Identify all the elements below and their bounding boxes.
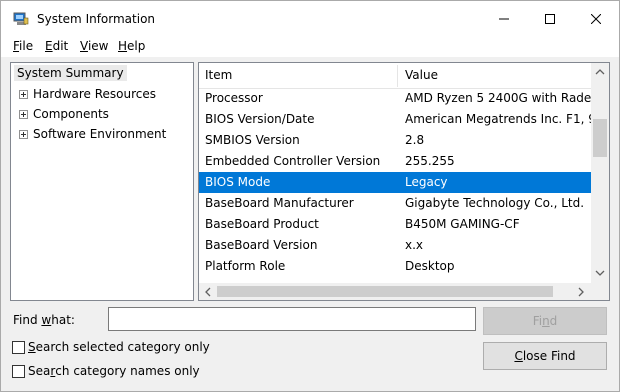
category-tree: System Summary Hardware Resources Compon… (10, 62, 194, 301)
close-find-accel: C (514, 349, 523, 363)
checkbox-accel: S (28, 340, 36, 354)
row-item: BaseBoard Version (205, 238, 318, 252)
close-window-button[interactable] (573, 1, 619, 37)
table-row[interactable]: BaseBoard Version x.x (199, 235, 592, 256)
find-what-label: Find what: (13, 313, 75, 327)
search-category-names-checkbox[interactable]: Sea r ch category names only (12, 364, 200, 378)
row-item: BaseBoard Manufacturer (205, 196, 354, 210)
tree-item-label: Hardware Resources (33, 87, 157, 101)
menu-help[interactable]: Help (118, 39, 145, 53)
row-item: BIOS Version/Date (205, 112, 315, 126)
find-button[interactable]: Fi n d (483, 307, 607, 335)
minimize-button[interactable] (481, 1, 527, 37)
tree-item-hardware-resources[interactable]: Hardware Resources (19, 87, 156, 101)
system-information-app-icon (13, 12, 29, 25)
row-value: x.x (405, 238, 424, 252)
row-value: Legacy (405, 175, 448, 189)
find-label-part: hat: (51, 313, 75, 327)
checkbox-label: ch category names only (55, 364, 200, 378)
checkbox-box[interactable] (12, 340, 25, 354)
menu-edit[interactable]: Edit (45, 39, 68, 53)
find-label-part: Find (13, 313, 42, 327)
row-value: 255.255 (405, 154, 455, 168)
column-divider[interactable] (397, 65, 398, 87)
tree-item-label: Components (33, 107, 109, 121)
tree-item-system-summary[interactable]: System Summary (14, 65, 127, 81)
row-item: BaseBoard Product (205, 217, 319, 231)
menu-help-label: elp (127, 39, 146, 53)
checkbox-label: Sea (28, 364, 51, 378)
find-button-accel: n (542, 314, 550, 328)
horizontal-scrollbar[interactable] (199, 283, 591, 300)
row-value: Gigabyte Technology Co., Ltd. (405, 196, 585, 210)
search-selected-category-checkbox[interactable]: Search selected category only (12, 340, 210, 354)
column-header-item[interactable]: Item (205, 68, 232, 82)
close-find-label: lose Find (522, 349, 576, 363)
table-row[interactable]: Processor AMD Ryzen 5 2400G with Radeo (199, 88, 592, 109)
checkbox-box[interactable] (12, 364, 25, 378)
find-what-input[interactable] (108, 307, 476, 331)
menu-file[interactable]: File (13, 39, 33, 53)
scroll-right-icon[interactable] (578, 287, 585, 297)
row-item: Platform Role (205, 259, 286, 273)
expand-plus-icon[interactable] (19, 129, 28, 139)
menu-file-label: ile (19, 39, 34, 53)
table-row[interactable]: SMBIOS Version 2.8 (199, 130, 592, 151)
vertical-scroll-thumb[interactable] (593, 119, 607, 157)
table-row[interactable]: Embedded Controller Version 255.255 (199, 151, 592, 172)
tree-item-components[interactable]: Components (19, 107, 109, 121)
table-row[interactable]: BIOS Version/Date American Megatrends Inc… (199, 109, 592, 130)
maximize-button[interactable] (527, 1, 573, 37)
menu-bar: File Edit View Help (1, 37, 619, 57)
menu-edit-label: dit (52, 39, 69, 53)
expand-plus-icon[interactable] (19, 109, 28, 119)
window-title: System Information (37, 12, 156, 26)
maximize-icon (545, 14, 555, 24)
column-header-value[interactable]: Value (405, 68, 438, 82)
table-row-selected[interactable]: BIOS Mode Legacy (199, 172, 592, 193)
menu-help-accel: H (118, 39, 128, 53)
menu-view-accel: V (80, 39, 88, 53)
title-bar[interactable]: System Information (1, 1, 619, 37)
scroll-left-icon[interactable] (204, 287, 211, 297)
find-label-accel: w (41, 313, 52, 327)
row-value: American Megatrends Inc. F1, 9/ (405, 112, 591, 126)
find-button-label: Fi (532, 314, 543, 328)
scroll-down-icon[interactable] (595, 270, 605, 277)
row-item: BIOS Mode (205, 175, 271, 189)
row-value: Desktop (405, 259, 455, 273)
table-row[interactable]: Platform Role Desktop (199, 256, 592, 277)
row-value: B450M GAMING-CF (405, 217, 520, 231)
tree-item-software-environment[interactable]: Software Environment (19, 127, 166, 141)
minimize-icon (499, 18, 509, 20)
horizontal-scroll-thumb[interactable] (217, 286, 553, 297)
menu-view[interactable]: View (80, 39, 108, 53)
tree-item-label: Software Environment (33, 127, 167, 141)
row-item: Processor (205, 91, 263, 105)
find-button-label: d (549, 314, 558, 328)
checkbox-label: earch selected category only (35, 340, 210, 354)
close-find-button[interactable]: Close Find (483, 342, 607, 370)
row-value: 2.8 (405, 133, 425, 147)
system-information-window: System Information File Edit View Help S… (0, 0, 620, 392)
table-row[interactable]: BaseBoard Manufacturer Gigabyte Technolog… (199, 193, 592, 214)
row-item: Embedded Controller Version (205, 154, 381, 168)
scroll-up-icon[interactable] (595, 68, 605, 75)
row-value: AMD Ryzen 5 2400G with Radeo (405, 91, 591, 105)
vertical-scrollbar[interactable] (591, 63, 609, 283)
expand-plus-icon[interactable] (19, 89, 28, 99)
table-row[interactable]: BaseBoard Product B450M GAMING-CF (199, 214, 592, 235)
details-list: Item Value Processor AMD Ryzen 5 2400G wi… (198, 62, 610, 301)
menu-view-label: iew (87, 39, 109, 53)
close-icon (591, 14, 601, 24)
scrollbar-corner (591, 283, 609, 300)
menu-edit-accel: E (45, 39, 53, 53)
list-header: Item Value (199, 63, 592, 89)
row-item: SMBIOS Version (205, 133, 300, 147)
